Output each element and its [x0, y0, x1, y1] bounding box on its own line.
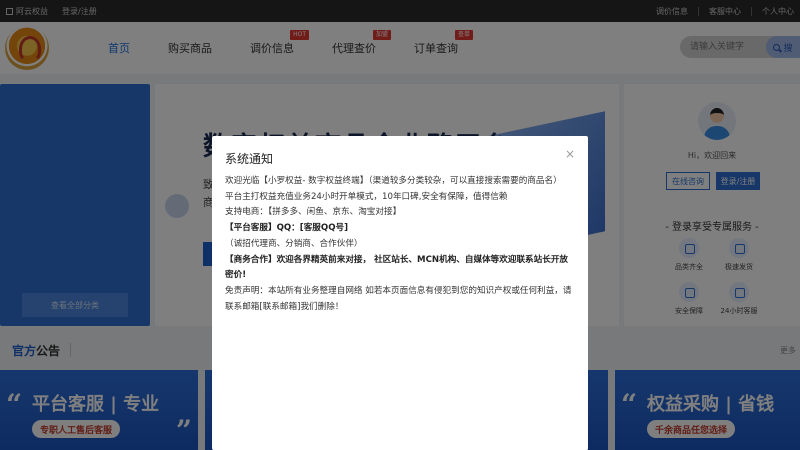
- notice-line: 支持电商：【拼多多、闲鱼、京东、淘宝对接】: [225, 207, 402, 218]
- notice-line-business: 【商务合作】欢迎各界精英前来对接， 社区站长、MCN机构、自媒体等欢迎联系站长开…: [225, 254, 569, 281]
- modal-body: 欢迎光临【小罗权益- 数字权益终端】（渠道较多分类较杂，可以直接搜索需要的商品名…: [225, 174, 575, 315]
- notice-line: 平台主打权益充值业务24小时开单模式，10年口碑,安全有保障，值得信赖: [225, 191, 508, 202]
- notice-line-service: 【平台客服】QQ：[客服QQ号]: [225, 223, 349, 234]
- system-notice-modal: 系统通知 × 欢迎光临【小罗权益- 数字权益终端】（渠道较多分类较杂，可以直接搜…: [212, 136, 588, 450]
- notice-line-disclaimer: 免责声明：本站所有业务整理自网络 如若本页面信息有侵犯到您的知识产权或任何利益，…: [225, 285, 572, 312]
- notice-line: （诚招代理商、分销商、合作伙伴）: [225, 238, 363, 249]
- modal-title: 系统通知: [225, 152, 274, 166]
- notice-line: 欢迎光临【小罗权益- 数字权益终端】（渠道较多分类较杂，可以直接搜索需要的商品名…: [225, 176, 562, 186]
- close-icon[interactable]: ×: [564, 148, 576, 160]
